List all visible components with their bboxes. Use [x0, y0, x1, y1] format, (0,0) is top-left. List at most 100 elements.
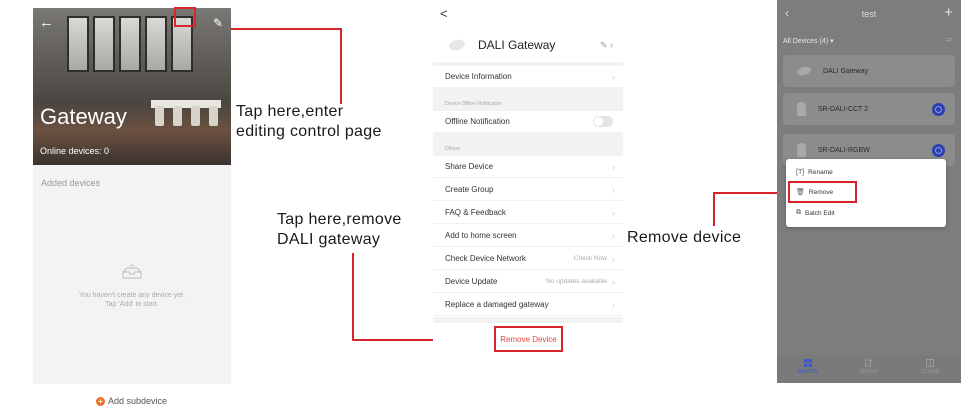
- empty-state-line-2: Tap 'Add' to start.: [105, 301, 159, 308]
- gateway-hero-image: [33, 8, 231, 165]
- gateway-screen: ← ✎ Gateway Online devices: 0 Added devi…: [33, 8, 231, 384]
- scene-icon: [926, 359, 935, 367]
- chevron-right-icon: ›: [612, 161, 615, 172]
- menu-item-label: Batch Edit: [805, 209, 835, 217]
- tab-label: DEVICE: [797, 369, 818, 375]
- callout-line: [340, 28, 342, 104]
- row-label: Offline Notification: [445, 117, 510, 126]
- row-label: FAQ & Feedback: [445, 208, 506, 217]
- add-subdevice-button[interactable]: + Add subdevice: [96, 396, 167, 406]
- row-label: Replace a damaged gateway: [445, 300, 549, 309]
- replace-gateway-row[interactable]: Replace a damaged gateway ›: [433, 294, 623, 316]
- empty-state-line-1: You haven't create any device yet.: [78, 292, 186, 299]
- callout-line: [231, 28, 342, 30]
- bottom-tab-bar: DEVICE GROUP SCENE: [777, 355, 961, 383]
- edit-name-icon[interactable]: ✎ ›: [600, 40, 613, 51]
- gateway-device-icon: [447, 38, 467, 52]
- back-chevron-icon[interactable]: <: [440, 6, 448, 21]
- tab-group[interactable]: GROUP: [849, 355, 889, 383]
- update-status-value: No updates available: [546, 278, 607, 285]
- rename-icon: [T]: [796, 169, 805, 176]
- device-update-row[interactable]: Device Update No updates available ›: [433, 271, 623, 293]
- batch-edit-icon: ⧉: [796, 209, 801, 216]
- row-label: Add to home screen: [445, 231, 517, 240]
- add-subdevice-label: Add subdevice: [108, 396, 168, 406]
- device-header[interactable]: DALI Gateway ✎ ›: [433, 28, 623, 62]
- sort-icon[interactable]: ⇄: [946, 36, 952, 44]
- pencil-icon[interactable]: ✎: [213, 16, 223, 30]
- window-pane: [93, 16, 115, 72]
- add-icon[interactable]: +: [944, 4, 953, 21]
- filter-label: All Devices (4): [783, 38, 829, 45]
- remove-device-button[interactable]: Remove Device: [494, 326, 563, 352]
- group-icon: [864, 359, 873, 367]
- window-pane: [145, 16, 167, 72]
- bulb-icon: [797, 102, 806, 116]
- edit-highlight-box: [174, 7, 196, 27]
- add-home-screen-row[interactable]: Add to home screen ›: [433, 225, 623, 247]
- grid-icon: [803, 359, 812, 367]
- row-label: Device Information: [445, 72, 512, 81]
- remove-annotation-line-2: DALI gateway: [277, 231, 381, 248]
- others-section-header: Others: [433, 133, 623, 156]
- device-name: DALI Gateway: [478, 38, 556, 52]
- chair: [191, 106, 200, 126]
- home-title: test: [861, 9, 877, 19]
- faq-feedback-row[interactable]: FAQ & Feedback ›: [433, 202, 623, 224]
- chevron-right-icon: ›: [612, 276, 615, 287]
- section-spacer: [433, 317, 623, 323]
- power-button[interactable]: [932, 143, 945, 157]
- chevron-right-icon: ›: [612, 207, 615, 218]
- device-card-name: SR-DALI-CCT 2: [818, 105, 869, 113]
- empty-box-icon: [122, 264, 142, 279]
- power-button[interactable]: [932, 102, 945, 116]
- tab-device[interactable]: DEVICE: [788, 355, 828, 383]
- gateway-device-icon: [796, 65, 812, 77]
- back-arrow-icon[interactable]: ←: [39, 14, 54, 31]
- offline-notification-toggle[interactable]: [593, 116, 613, 127]
- remove-highlight-box: [788, 181, 857, 203]
- check-now-value: Check Now: [573, 255, 607, 262]
- tab-label: SCENE: [920, 369, 940, 375]
- chair: [155, 106, 164, 126]
- window-pane: [119, 16, 141, 72]
- device-card-name: SR-DALI-RGBW: [818, 146, 870, 154]
- callout-line: [352, 253, 354, 341]
- rename-menu-item[interactable]: [T] Rename: [796, 169, 833, 176]
- create-group-row[interactable]: Create Group ›: [433, 179, 623, 201]
- chevron-right-icon: ›: [612, 299, 615, 310]
- device-card[interactable]: DALI Gateway: [783, 55, 955, 87]
- online-devices-count: Online devices: 0: [40, 146, 110, 156]
- chevron-right-icon: ›: [612, 184, 615, 195]
- tab-scene[interactable]: SCENE: [910, 355, 950, 383]
- row-label: Share Device: [445, 162, 494, 171]
- row-label: Check Device Network: [445, 254, 526, 263]
- plus-circle-icon: +: [96, 396, 105, 406]
- window-pane: [67, 16, 89, 72]
- batch-edit-menu-item[interactable]: ⧉ Batch Edit: [796, 209, 835, 217]
- callout-line: [713, 192, 715, 226]
- device-card[interactable]: SR-DALI-CCT 2: [783, 93, 955, 125]
- device-settings-screen: < DALI Gateway ✎ › Device Information › D…: [433, 0, 623, 355]
- check-network-row[interactable]: Check Device Network Check Now ›: [433, 248, 623, 270]
- remove-device-annotation: Remove device: [627, 229, 742, 246]
- tab-label: GROUP: [858, 369, 880, 375]
- chevron-right-icon: ›: [612, 71, 615, 82]
- chevron-down-icon: ▾: [830, 38, 834, 45]
- chevron-right-icon: ›: [612, 230, 615, 241]
- device-filter-dropdown[interactable]: All Devices (4) ▾: [783, 37, 834, 45]
- chevron-right-icon: ›: [612, 253, 615, 264]
- device-card-name: DALI Gateway: [823, 67, 869, 75]
- chair: [173, 106, 182, 126]
- row-label: Create Group: [445, 185, 494, 194]
- chair: [209, 106, 218, 126]
- row-label: Device Update: [445, 277, 498, 286]
- device-information-row[interactable]: Device Information ›: [433, 66, 623, 88]
- share-device-row[interactable]: Share Device ›: [433, 156, 623, 178]
- gateway-title: Gateway: [40, 104, 127, 129]
- menu-item-label: Rename: [808, 169, 833, 176]
- offline-notification-row: Offline Notification: [433, 111, 623, 133]
- edit-annotation-line-1: Tap here,enter: [236, 103, 344, 120]
- edit-annotation-line-2: editing control page: [236, 123, 382, 140]
- bulb-icon: [797, 143, 806, 157]
